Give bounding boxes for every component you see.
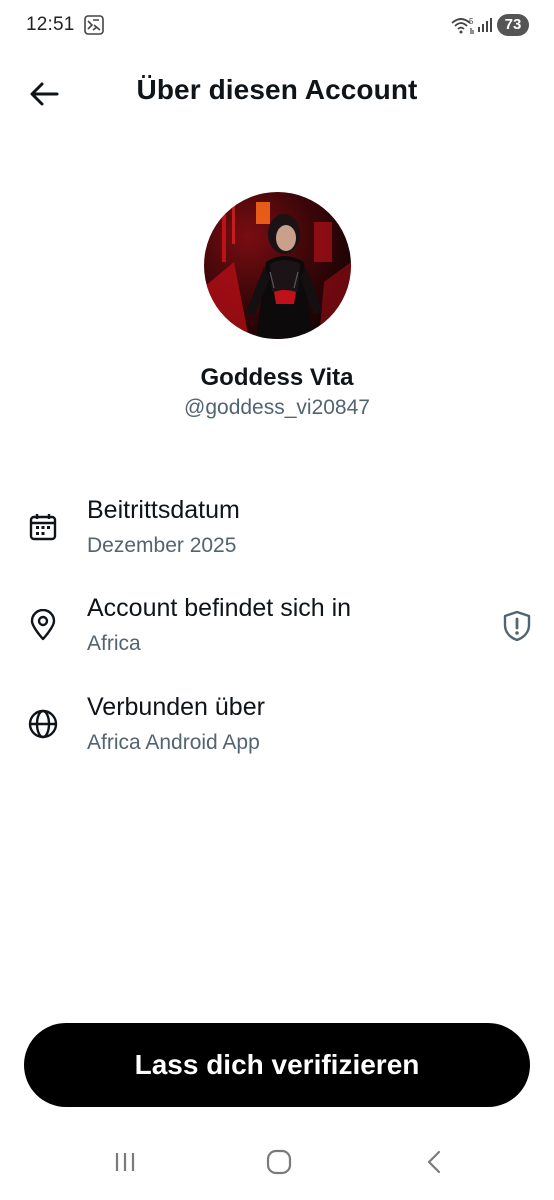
calendar-icon	[26, 510, 60, 544]
user-handle: @goddess_vi20847	[184, 396, 370, 419]
recent-apps-icon[interactable]	[103, 1144, 147, 1180]
signal-icon	[477, 17, 493, 33]
info-row-connected-via: Verbunden über Africa Android App	[0, 687, 554, 767]
system-nav-bar	[0, 1130, 554, 1200]
location-pin-icon	[26, 608, 60, 642]
connected-via-label: Verbunden über	[87, 693, 265, 721]
wifi-icon: 5	[450, 15, 476, 35]
avatar[interactable]	[204, 192, 351, 339]
home-icon[interactable]	[257, 1144, 301, 1180]
notification-icon	[84, 15, 104, 35]
back-icon[interactable]	[412, 1144, 456, 1180]
location-value: Africa	[87, 632, 141, 655]
display-name: Goddess Vita	[200, 364, 354, 391]
status-time: 12:51	[26, 14, 75, 35]
info-row-join-date: Beitrittsdatum Dezember 2025	[0, 490, 554, 570]
battery-icon: 73	[497, 14, 529, 36]
globe-icon	[26, 707, 60, 741]
join-date-value: Dezember 2025	[87, 534, 237, 557]
join-date-label: Beitrittsdatum	[87, 496, 240, 524]
svg-text:5: 5	[469, 17, 474, 26]
info-row-location: Account befindet sich in Africa	[0, 588, 554, 668]
page-title: Über diesen Account	[136, 74, 418, 105]
location-label: Account befindet sich in	[87, 594, 352, 622]
status-bar: 12:51 5 73	[0, 0, 554, 52]
connected-via-value: Africa Android App	[87, 731, 260, 754]
shield-alert-icon[interactable]	[498, 607, 536, 645]
verify-button[interactable]: Lass dich verifizieren	[24, 1023, 530, 1107]
